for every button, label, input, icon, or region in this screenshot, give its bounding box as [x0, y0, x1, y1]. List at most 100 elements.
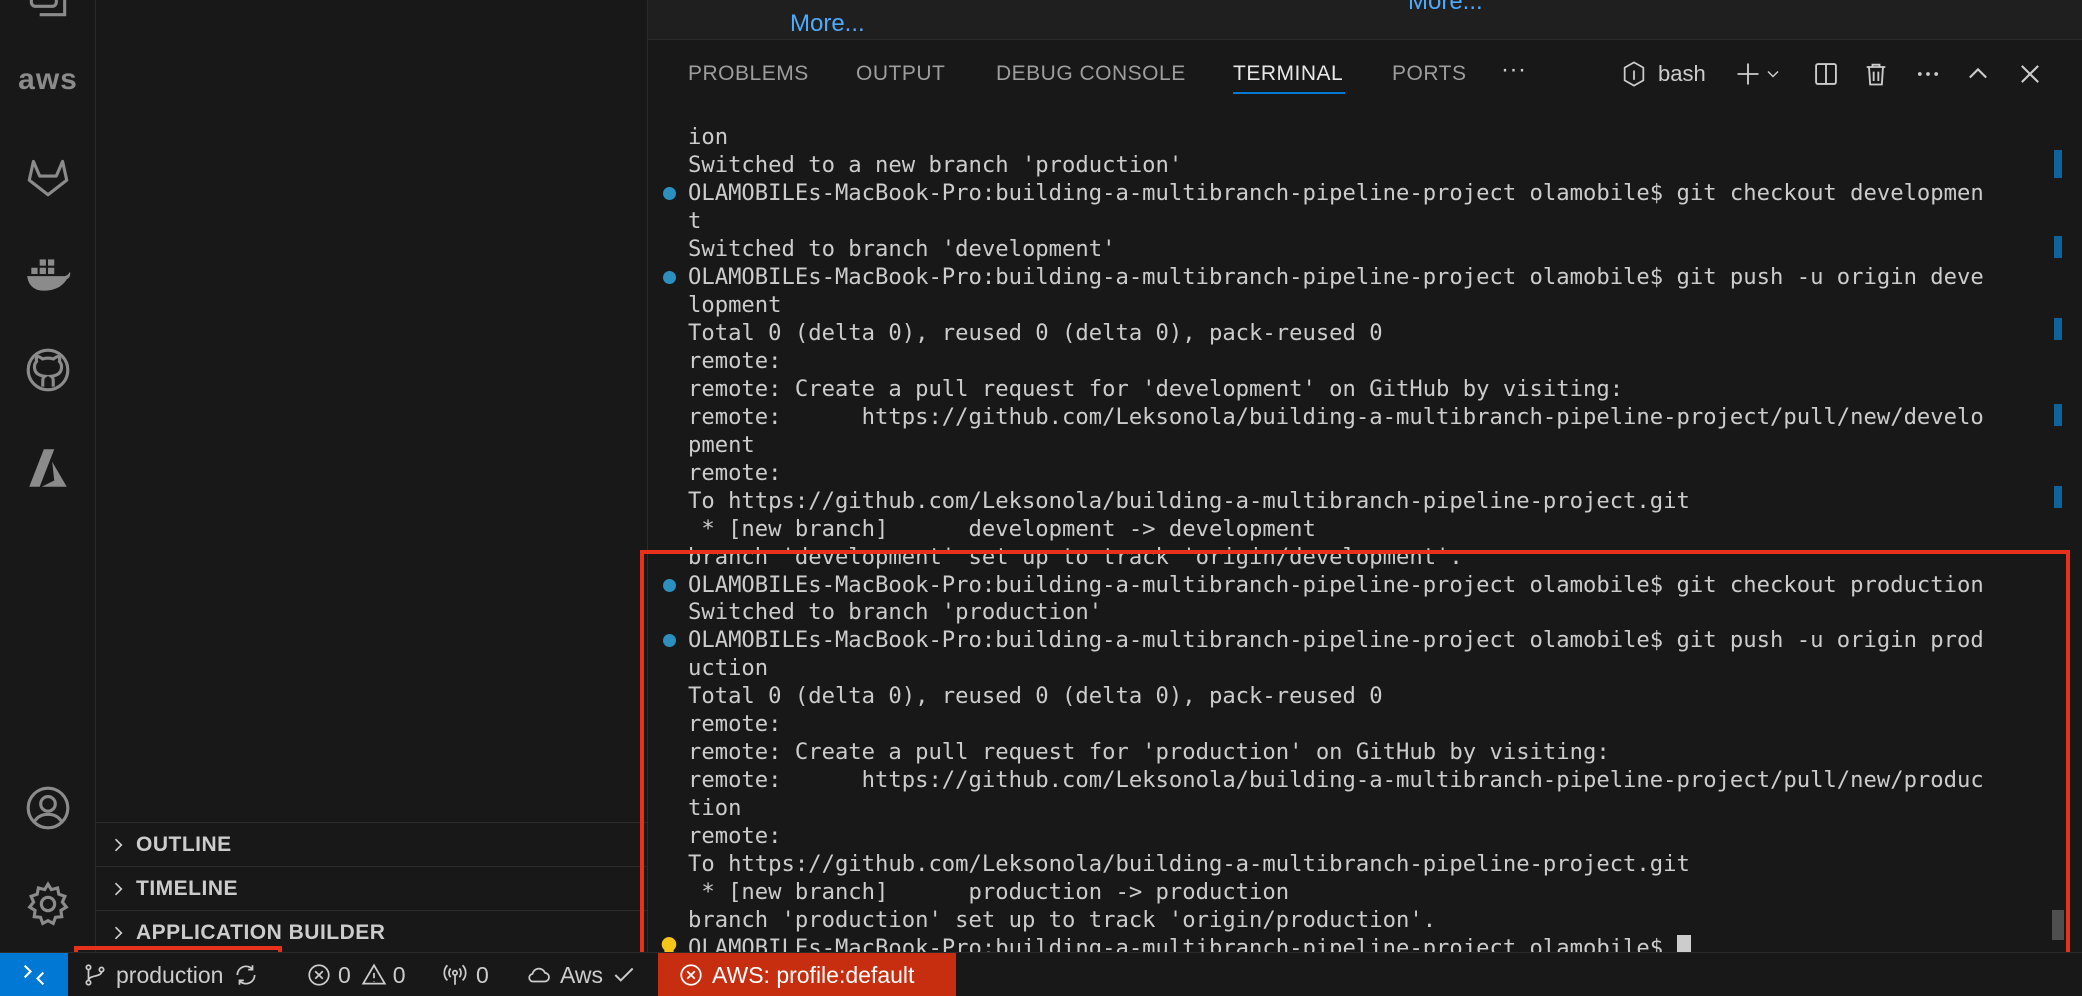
terminal-line: remote:	[688, 823, 782, 850]
aws-icon-label: aws	[18, 63, 78, 96]
chevron-right-icon	[108, 923, 136, 943]
warning-count: 0	[392, 961, 406, 988]
branch-status-item[interactable]: production	[82, 953, 259, 996]
gitlab-icon[interactable]	[20, 148, 76, 204]
bash-terminal-icon	[1623, 61, 1645, 87]
terminal-line: Total 0 (delta 0), reused 0 (delta 0), p…	[688, 319, 1383, 346]
terminal-line: branch 'production' set up to track 'ori…	[688, 907, 1437, 934]
azure-icon[interactable]	[20, 440, 76, 496]
terminal-line: * [new branch] production -> production	[688, 879, 1290, 906]
command-decoration-dot[interactable]	[663, 578, 676, 592]
outline-section-title: OUTLINE	[136, 832, 232, 856]
terminal-line: To https://github.com/Leksonola/building…	[688, 851, 1690, 878]
tab-debug-console[interactable]: DEBUG CONSOLE	[996, 62, 1186, 86]
error-count: 0	[338, 961, 351, 988]
new-terminal-icon[interactable]	[1732, 56, 1764, 92]
warning-icon	[361, 963, 387, 985]
error-icon	[680, 964, 702, 986]
terminal-line: ion	[688, 124, 729, 150]
sync-icon	[236, 965, 256, 985]
settings-icon[interactable]	[20, 876, 76, 932]
tab-overflow-button[interactable]: ···	[1501, 56, 1526, 84]
more-actions-icon[interactable]	[1912, 56, 1944, 92]
terminal-line: OLAMOBILEs-MacBook-Pro:building-a-multib…	[688, 571, 1984, 598]
terminal-line: Switched to a new branch 'production'	[688, 151, 1183, 178]
terminal-line: Total 0 (delta 0), reused 0 (delta 0), p…	[688, 683, 1383, 710]
terminal-profile-button[interactable]: bash	[1620, 56, 1732, 92]
more-link[interactable]: More...	[1408, 0, 1483, 16]
accounts-icon[interactable]	[20, 0, 76, 26]
terminal-profile-label: bash	[1658, 61, 1706, 86]
aws-profile-status-item[interactable]: AWS: profile:default	[658, 953, 956, 996]
terminal-line: Switched to branch 'development'	[688, 235, 1116, 262]
ports-count: 0	[476, 961, 489, 988]
terminal-cursor	[1676, 935, 1691, 952]
terminal-line: lopment	[688, 291, 782, 318]
terminal-line: branch 'development' set up to track 'or…	[688, 543, 1463, 570]
chevron-right-icon	[108, 835, 136, 855]
application-builder-section-header[interactable]: APPLICATION BUILDER	[96, 910, 648, 954]
terminal-scrollbar-thumb[interactable]	[2052, 910, 2064, 940]
outline-section-header[interactable]: OUTLINE	[96, 822, 648, 866]
terminal-line: remote:	[688, 347, 782, 374]
activity-bar: aws	[0, 0, 96, 952]
terminal-line: OLAMOBILEs-MacBook-Pro:building-a-multib…	[688, 627, 1984, 654]
account-icon[interactable]	[20, 780, 76, 836]
terminal-output[interactable]: ion Switched to a new branch 'production'…	[648, 110, 2082, 952]
remote-icon	[23, 964, 45, 986]
tab-ports[interactable]: PORTS	[1392, 62, 1466, 86]
error-icon	[308, 964, 330, 986]
terminal-line: tion	[688, 795, 742, 822]
application-builder-section-title: APPLICATION BUILDER	[136, 920, 386, 944]
terminal-line: remote: Create a pull request for 'devel…	[688, 375, 1624, 402]
timeline-section-header[interactable]: TIMELINE	[96, 866, 648, 910]
terminal-line: OLAMOBILEs-MacBook-Pro:building-a-multib…	[688, 263, 1984, 290]
tab-problems[interactable]: PROBLEMS	[688, 62, 809, 86]
cloud-icon	[528, 967, 550, 983]
active-tab-indicator	[1233, 92, 1345, 94]
command-decoration-dot[interactable]	[663, 186, 676, 200]
terminal-line: remote:	[688, 459, 782, 486]
terminal-line: t	[688, 207, 702, 234]
chevron-down-icon[interactable]	[1762, 56, 1784, 92]
problems-status-item[interactable]: 0 0	[306, 953, 406, 996]
command-decoration-dot[interactable]	[663, 270, 676, 284]
kill-terminal-icon[interactable]	[1860, 56, 1892, 92]
aws-icon[interactable]: aws	[18, 52, 78, 108]
chevron-right-icon	[108, 879, 136, 899]
aws-connection-status-item[interactable]: Aws	[526, 953, 637, 996]
status-bar: production 0 0 0 Aws AWS: profile:defaul…	[0, 952, 2082, 996]
side-bar: OUTLINE TIMELINE APPLICATION BUILDER	[96, 0, 648, 952]
split-terminal-icon[interactable]	[1810, 56, 1842, 92]
lightbulb-icon[interactable]	[658, 935, 680, 952]
scrollbar-marker	[2054, 318, 2062, 340]
scrollbar-marker	[2054, 486, 2062, 508]
terminal-line: remote:	[688, 711, 782, 738]
more-link[interactable]: More...	[790, 10, 865, 38]
close-panel-icon[interactable]	[2014, 56, 2046, 92]
broadcast-icon	[443, 964, 467, 985]
git-branch-icon	[85, 964, 105, 986]
terminal-line: * [new branch] development -> developmen…	[688, 515, 1316, 542]
terminal-line: remote: Create a pull request for 'produ…	[688, 739, 1610, 766]
tab-output[interactable]: OUTPUT	[856, 62, 945, 86]
github-icon[interactable]	[20, 342, 76, 398]
terminal-line: remote: https://github.com/Leksonola/bui…	[688, 767, 1984, 794]
maximize-panel-icon[interactable]	[1962, 56, 1994, 92]
terminal-line: To https://github.com/Leksonola/building…	[688, 487, 1690, 514]
panel-tab-bar: PROBLEMS OUTPUT DEBUG CONSOLE TERMINAL P…	[648, 40, 2082, 110]
command-decoration-dot[interactable]	[663, 634, 676, 648]
aws-connection-label: Aws	[560, 961, 604, 988]
terminal-line: Switched to branch 'production'	[688, 599, 1103, 626]
docker-icon[interactable]	[20, 246, 76, 302]
scrollbar-marker	[2054, 236, 2062, 258]
tab-terminal[interactable]: TERMINAL	[1233, 62, 1343, 86]
aws-profile-label: AWS: profile:default	[712, 961, 915, 988]
remote-indicator-button[interactable]	[0, 953, 68, 996]
terminal-line: uction	[688, 655, 769, 682]
editor-area: More... More...	[648, 0, 2082, 40]
ports-status-item[interactable]: 0	[442, 953, 489, 996]
bottom-panel: PROBLEMS OUTPUT DEBUG CONSOLE TERMINAL P…	[648, 40, 2082, 952]
terminal-line: OLAMOBILEs-MacBook-Pro:building-a-multib…	[688, 179, 1984, 206]
terminal-line: pment	[688, 431, 755, 458]
